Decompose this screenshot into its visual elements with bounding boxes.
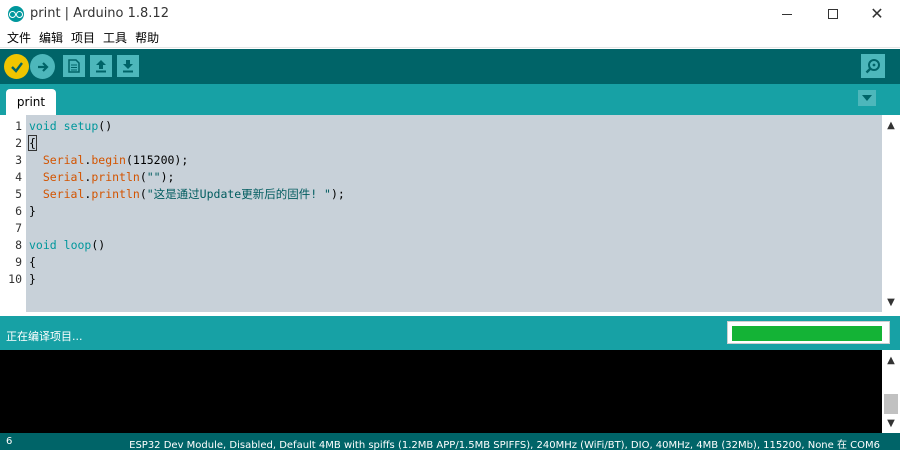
code-token: setup [63, 119, 99, 133]
code-token: (115200); [125, 153, 189, 167]
maximize-button[interactable] [810, 0, 856, 28]
serial-monitor-button[interactable] [861, 54, 885, 78]
code-line: } [29, 203, 36, 220]
tab-print[interactable]: print [6, 89, 56, 115]
code-token: Serial [42, 170, 85, 184]
code-token: ( [139, 187, 147, 201]
line-number: 3 [15, 153, 22, 167]
menu-help[interactable]: 帮助 [131, 29, 163, 46]
save-sketch-button[interactable] [117, 55, 139, 77]
window-title: print | Arduino 1.8.12 [30, 6, 169, 21]
upload-button[interactable] [30, 54, 55, 79]
code-token: } [29, 204, 36, 218]
menu-tools[interactable]: 工具 [99, 29, 131, 46]
footer-bar: 6 ESP32 Dev Module, Disabled, Default 4M… [0, 433, 900, 450]
menu-bar: 文件 编辑 项目 工具 帮助 [0, 28, 900, 48]
console-scroll-up-icon[interactable]: ▲ [882, 352, 900, 369]
code-token: void [29, 238, 57, 252]
menu-sketch[interactable]: 项目 [67, 29, 99, 46]
code-token: void [29, 119, 57, 133]
toolbar [0, 49, 900, 84]
maximize-icon [828, 9, 838, 19]
minimize-icon [782, 13, 792, 15]
menu-file[interactable]: 文件 [3, 29, 35, 46]
tab-bar: print [0, 84, 900, 115]
code-token: { [29, 255, 36, 269]
check-icon [10, 61, 23, 73]
console-output[interactable] [0, 350, 882, 433]
code-token: loop [63, 238, 92, 252]
code-line: { [28, 135, 37, 152]
code-token: { [28, 135, 37, 151]
code-token: Serial [42, 153, 85, 167]
status-bar: 正在编译项目... [0, 316, 900, 350]
code-token: println [91, 187, 140, 201]
line-number: 10 [8, 272, 22, 286]
verify-button[interactable] [4, 54, 29, 79]
status-message: 正在编译项目... [6, 330, 83, 343]
code-token: "" [146, 170, 161, 184]
code-line: void setup() [29, 118, 112, 135]
code-area[interactable]: void setup(){ Serial.begin(115200); Seri… [26, 115, 882, 312]
title-bar: print | Arduino 1.8.12 ✕ [0, 0, 900, 28]
close-icon: ✕ [870, 4, 884, 23]
line-number: 7 [15, 221, 22, 235]
line-number-gutter: 1 2 3 4 5 6 7 8 9 10 [0, 115, 26, 312]
code-token: begin [91, 153, 126, 167]
console-scroll-down-icon[interactable]: ▼ [882, 415, 900, 432]
line-number: 6 [15, 204, 22, 218]
code-token: () [91, 238, 106, 252]
line-number: 2 [15, 136, 22, 150]
code-line: } [29, 271, 36, 288]
serial-monitor-icon [865, 59, 880, 74]
scroll-down-icon[interactable]: ▼ [882, 294, 900, 311]
editor-scrollbar[interactable]: ▲ ▼ [882, 115, 900, 312]
arrow-right-icon [37, 61, 49, 72]
arduino-logo-icon [8, 6, 24, 22]
code-line: Serial.println("这是通过Update更新后的固件! "); [29, 186, 345, 203]
code-token: ); [160, 170, 175, 184]
new-file-icon [68, 59, 80, 73]
code-token: ( [139, 170, 147, 184]
chevron-down-icon [862, 95, 872, 101]
code-token: println [91, 170, 140, 184]
scroll-up-icon[interactable]: ▲ [882, 117, 900, 134]
line-number: 1 [15, 119, 22, 133]
progress-fill [732, 326, 882, 341]
new-sketch-button[interactable] [63, 55, 85, 77]
download-arrow-icon [123, 60, 133, 73]
line-number: 9 [15, 255, 22, 269]
code-line: void loop() [29, 237, 105, 254]
code-line: Serial.println(""); [29, 169, 175, 186]
code-token: "这是通过Update更新后的固件! " [146, 187, 331, 201]
code-token: Serial [42, 187, 85, 201]
tab-menu-button[interactable] [858, 90, 876, 106]
open-sketch-button[interactable] [90, 55, 112, 77]
console-scrollbar[interactable]: ▲ ▼ [882, 350, 900, 433]
menu-edit[interactable]: 编辑 [35, 29, 67, 46]
close-button[interactable]: ✕ [854, 0, 900, 28]
code-token: } [29, 272, 36, 286]
line-number: 5 [15, 187, 22, 201]
minimize-button[interactable] [764, 0, 810, 28]
current-line-number: 6 [6, 436, 13, 447]
upload-arrow-icon [96, 60, 106, 73]
line-number: 4 [15, 170, 22, 184]
line-number: 8 [15, 238, 22, 252]
board-info: ESP32 Dev Module, Disabled, Default 4MB … [129, 440, 880, 450]
compile-progress-bar [727, 321, 890, 344]
code-editor[interactable]: 1 2 3 4 5 6 7 8 9 10 void setup(){ Serial.begin(1… [0, 115, 900, 312]
code-line: Serial.begin(115200); [29, 152, 188, 169]
code-line: { [29, 254, 36, 271]
console-scroll-thumb[interactable] [884, 394, 898, 414]
code-token: ); [331, 187, 345, 201]
code-token: () [98, 119, 113, 133]
